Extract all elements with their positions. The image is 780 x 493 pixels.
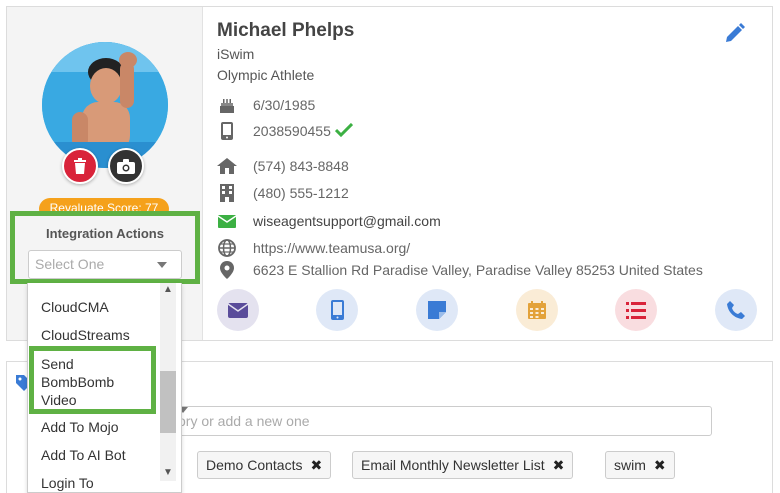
chevron-up-icon[interactable]: ▲ [162,284,174,295]
integration-actions-select[interactable]: Select One [28,250,182,279]
envelope-icon [228,302,248,318]
highlighted-option-outline [29,346,156,414]
tag-chip-label: swim [614,457,646,473]
website-value[interactable]: https://www.teamusa.org/ [253,240,410,256]
remove-tag-button[interactable]: ✖ [553,457,565,473]
birthday-row: 6/30/1985 [217,95,315,115]
check-icon [334,122,353,140]
home-icon [217,156,237,176]
delete-photo-button[interactable] [62,148,98,184]
remove-tag-button[interactable]: ✖ [310,457,322,473]
chevron-down-icon[interactable]: ▼ [162,467,174,478]
note-action-button[interactable] [416,289,458,331]
website-row: https://www.teamusa.org/ [217,238,410,258]
tag-chip-email-monthly-newsletter-list: Email Monthly Newsletter List ✖ [352,451,574,479]
email-value[interactable]: wiseagentsupport@gmail.com [253,213,441,229]
dropdown-option-add-to-ai-bot[interactable]: Add To AI Bot [41,447,126,463]
tag-chip-label: Demo Contacts [206,457,303,473]
task-list-action-button[interactable] [615,289,657,331]
integration-select-placeholder: Select One [35,256,105,272]
dropdown-option-add-to-mojo[interactable]: Add To Mojo [41,419,119,435]
mobile-icon [330,300,344,320]
work-phone-value[interactable]: (480) 555-1212 [253,185,349,201]
dropdown-option-cloudstreams[interactable]: CloudStreams [41,327,130,343]
home-phone-row: (574) 843-8848 [217,156,349,176]
work-phone-row: (480) 555-1212 [217,183,349,203]
phone-icon [727,301,745,319]
mobile-icon [217,121,237,141]
birthday-value: 6/30/1985 [253,97,316,113]
dropdown-scrollbar-thumb[interactable] [160,371,176,433]
calendar-icon [528,301,546,319]
avatar[interactable] [42,42,168,168]
dropdown-option-login-to[interactable]: Login To [41,475,94,491]
email-row: wiseagentsupport@gmail.com [217,211,441,231]
category-select[interactable]: ory or add a new one [177,406,712,436]
remove-tag-button[interactable]: ✖ [654,457,666,473]
mobile-row: 2038590455 [217,121,353,141]
tag-chip-swim: swim ✖ [605,451,675,479]
email-action-button[interactable] [217,289,259,331]
contact-company: iSwim [217,46,255,62]
contact-name: Michael Phelps [217,20,355,41]
globe-icon [217,238,237,258]
map-pin-icon [217,260,237,280]
address-value[interactable]: 6623 E Stallion Rd Paradise Valley, Para… [253,262,703,278]
integration-actions-dropdown[interactable]: CloudCMA CloudStreams Send BombBomb Vide… [27,283,182,493]
edit-contact-button[interactable] [723,23,747,47]
category-select-placeholder: ory or add a new one [178,413,310,429]
chevron-down-icon [157,262,167,268]
dropdown-option-cloudcma[interactable]: CloudCMA [41,299,109,315]
camera-icon [117,158,135,174]
text-message-action-button[interactable] [316,289,358,331]
upload-photo-button[interactable] [108,148,144,184]
address-row: 6623 E Stallion Rd Paradise Valley, Para… [217,260,703,280]
home-phone-value[interactable]: (574) 843-8848 [253,158,349,174]
integration-actions-title: Integration Actions [46,226,164,241]
tag-chip-demo-contacts: Demo Contacts ✖ [197,451,332,479]
sticky-note-icon [428,301,446,319]
cake-icon [217,95,237,115]
integration-actions-panel: Integration Actions Select One [10,211,200,284]
contact-job-title: Olympic Athlete [217,67,315,83]
pencil-icon [726,23,745,42]
tag-chip-label: Email Monthly Newsletter List [361,457,545,473]
building-icon [217,183,237,203]
envelope-icon [217,211,237,231]
list-icon [626,301,646,319]
trash-icon [74,158,86,174]
call-action-button[interactable] [715,289,757,331]
mobile-value[interactable]: 2038590455 [253,123,331,139]
calendar-action-button[interactable] [516,289,558,331]
